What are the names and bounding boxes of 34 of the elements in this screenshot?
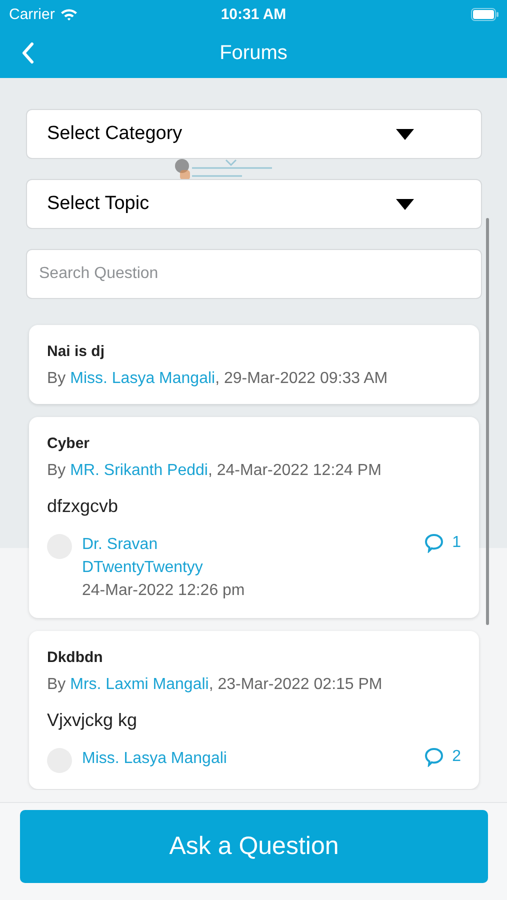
carrier-label: Carrier (9, 6, 55, 22)
status-time: 10:31 AM (220, 6, 286, 22)
post-title[interactable]: Cyber (47, 435, 90, 452)
post-title[interactable]: Dkdbdn (47, 649, 103, 666)
search-field[interactable]: Search Question (26, 249, 482, 299)
by-label: By (47, 462, 66, 479)
author-link[interactable]: Mrs. Laxmi Mangali (70, 676, 209, 693)
ask-question-button[interactable]: Ask a Question (20, 810, 488, 883)
comment-icon (424, 747, 444, 767)
screen-title: Forums (220, 42, 288, 64)
battery-icon (471, 8, 499, 20)
reply-count: 1 (452, 534, 461, 552)
post-date: , 29-Mar-2022 09:33 AM (215, 370, 388, 387)
post-title[interactable]: Nai is dj (47, 343, 105, 360)
post-date: , 24-Mar-2022 12:24 PM (208, 462, 382, 479)
caret-down-icon (396, 198, 414, 210)
reply-count: 2 (452, 748, 461, 766)
author-link[interactable]: Miss. Lasya Mangali (70, 370, 216, 387)
reply-author-link[interactable]: Miss. Lasya Mangali (82, 747, 247, 770)
reply-author-link[interactable]: Dr. Sravan DTwentyTwentyy (82, 533, 247, 579)
comment-icon (424, 533, 444, 553)
post-date: , 23-Mar-2022 02:15 PM (208, 676, 382, 693)
chevron-left-icon (21, 42, 35, 64)
dropdown[interactable]: Select Topic (26, 179, 482, 229)
post-text: Vjxvjckg kg (47, 710, 138, 731)
wifi-icon (60, 8, 78, 20)
post-text: dfzxgcvb (47, 496, 118, 517)
by-label: By (47, 676, 66, 693)
reply-date: 24-Mar-2022 12:26 pm (82, 581, 246, 601)
author-link[interactable]: MR. Srikanth Peddi (70, 462, 208, 479)
by-label: By (47, 370, 66, 387)
dropdown[interactable]: Select Category (26, 109, 482, 159)
back-button[interactable] (21, 42, 35, 64)
caret-down-icon (396, 128, 414, 140)
